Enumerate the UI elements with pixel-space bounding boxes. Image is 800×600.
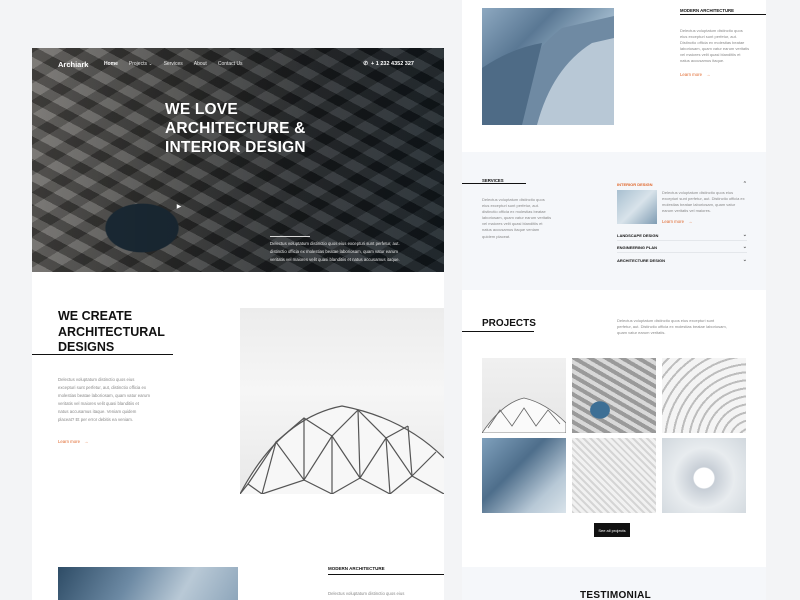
chevron-down-icon: ⌄ [742,232,747,238]
projects-underline [462,331,534,332]
services-underline [462,183,526,184]
modern-architecture-underline-right [680,14,766,15]
hero-overlay [32,48,444,272]
create-title: WE CREATE ARCHITECTURAL DESIGNS [58,309,165,354]
dome-lattice [240,405,444,494]
building-image [482,8,614,125]
chevron-down-icon: ⌄ [148,61,153,67]
hero-section: Archiark Home Projects ⌄ Services About … [32,48,444,272]
play-button[interactable]: ▶ [169,198,189,214]
nav-link-about[interactable]: About [194,61,207,67]
accordion-divider [617,240,747,241]
dome-thumbnail [482,397,566,433]
project-tile-curves[interactable] [662,358,746,433]
phone-icon: ✆ [363,61,369,67]
create-description: Delectus voluptatum distinctio quos eius… [58,377,150,422]
accordion-divider [617,252,747,253]
project-tile-skylight[interactable] [662,438,746,513]
modern-architecture-description-right: Delectus voluptatum distinctio quos eius… [680,28,750,64]
project-tile-building[interactable] [482,438,566,513]
modern-architecture-title-right: MODERN ARCHITECTURE [680,8,735,13]
modern-architecture-title: MODERN ARCHITECTURE [328,566,385,571]
modern-architecture-underline [328,574,444,575]
dome-image [240,308,444,494]
project-tile-texture[interactable] [572,438,656,513]
canvas: Archiark Home Projects ⌄ Services About … [0,0,800,600]
see-all-projects-button[interactable]: See all projects [594,523,630,537]
arrow-right-icon: → [687,219,693,224]
landing-page-right: MODERN ARCHITECTURE Delectus voluptatum … [462,0,766,600]
arrow-right-icon: → [705,72,711,77]
building-shapes [482,16,614,125]
hero-description: Delectus voluptatum distinctio quos eius… [270,241,400,262]
learn-more-label: Learn more [662,219,684,224]
projects-title: PROJECTS [482,318,536,329]
interior-design-description: Delectus voluptatum distinctio quos eius… [662,190,745,213]
accordion-label: LANDSCAPE DESIGN [617,232,659,238]
hero-divider [270,236,310,237]
nav-link-projects[interactable]: Projects ⌄ [129,61,153,67]
hero-title: WE LOVE ARCHITECTURE & INTERIOR DESIGN [165,101,306,156]
projects-grid [482,358,746,513]
learn-more-label: Learn more [680,72,702,77]
phone-number: + 1 232 4352 327 [371,61,414,67]
project-tile-facade[interactable] [572,358,656,433]
modern-architecture-description: Delectus voluptatum distinctio quos eius [328,591,405,596]
chevron-up-icon: ⌃ [742,181,747,187]
logo[interactable]: Archiark [58,60,104,69]
accordion-engineering-plan[interactable]: ENGINEERING PLAN ⌄ [617,244,747,250]
nav-link-home[interactable]: Home [104,61,118,67]
chevron-down-icon: ⌄ [742,244,747,250]
services-description: Delectus voluptatum distinctio quos eius… [482,197,552,239]
phone-link[interactable]: ✆ + 1 232 4352 327 [363,61,414,67]
accordion-label: ENGINEERING PLAN [617,244,658,250]
chevron-down-icon: ⌄ [742,257,747,263]
interior-learn-more-link[interactable]: Learn more → [662,219,692,224]
interior-design-image [617,190,657,224]
play-icon: ▶ [176,203,182,210]
modern-architecture-image [58,567,238,600]
arrow-right-icon: → [83,439,89,444]
create-learn-more-link[interactable]: Learn more → [58,439,88,444]
nav-link-services[interactable]: Services [164,61,183,67]
create-title-underline [32,354,173,355]
projects-description: Delectus voluptatum distinctio quos eius… [617,318,727,335]
accordion-label: INTERIOR DESIGN [617,181,653,187]
top-nav: Archiark Home Projects ⌄ Services About … [58,57,414,71]
modern-learn-more-link[interactable]: Learn more → [680,72,710,77]
nav-link-contact[interactable]: Contact Us [218,61,243,67]
accordion-landscape-design[interactable]: LANDSCAPE DESIGN ⌄ [617,232,747,238]
accordion-label: ARCHITECTURE DESIGN [617,257,666,263]
nav-link-projects-label: Projects [128,61,147,67]
accordion-interior-design[interactable]: INTERIOR DESIGN ⌃ [617,181,747,187]
landing-page-left: Archiark Home Projects ⌄ Services About … [32,48,444,600]
project-tile-dome[interactable] [482,358,566,433]
learn-more-label: Learn more [58,439,80,444]
accordion-architecture-design[interactable]: ARCHITECTURE DESIGN ⌄ [617,257,747,263]
testimonial-title: TESTIMONIAL [580,590,652,600]
